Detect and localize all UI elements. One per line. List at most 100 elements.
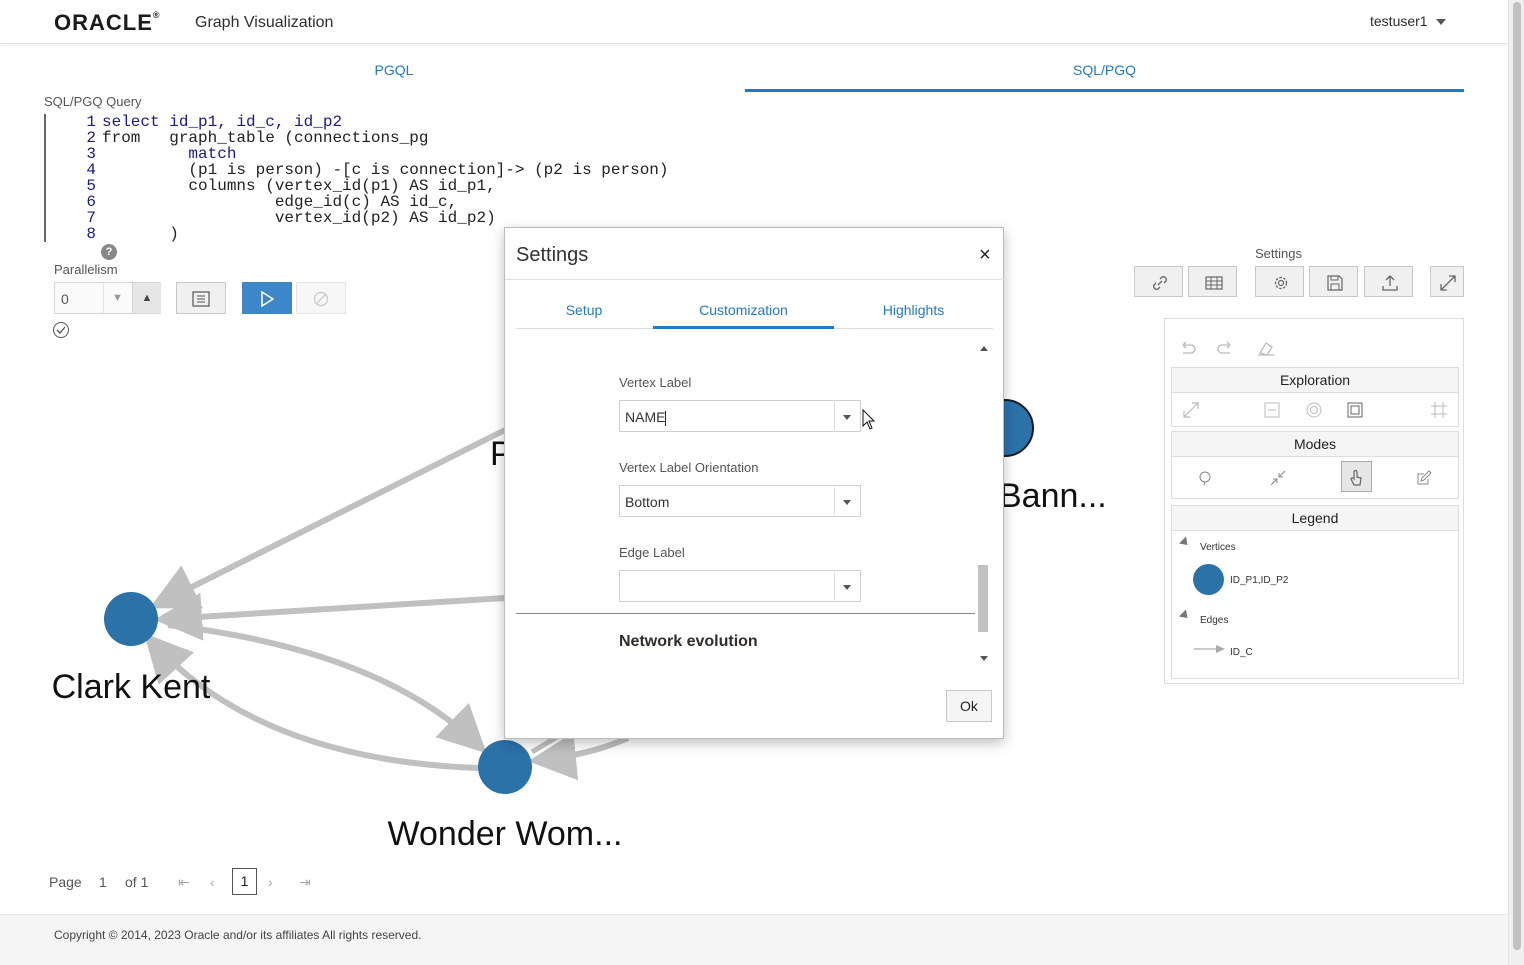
vertex-clark-kent[interactable] xyxy=(104,592,158,646)
fullscreen-button[interactable] xyxy=(1430,266,1464,297)
line-number: 7 xyxy=(86,209,96,227)
cancel-icon xyxy=(313,291,329,307)
help-icon[interactable]: ? xyxy=(101,244,117,260)
ungroup-icon[interactable] xyxy=(1430,401,1448,419)
vertex-label-banner: Bann... xyxy=(999,477,1107,515)
ok-button[interactable]: Ok xyxy=(946,690,992,722)
legend-vertex-swatch xyxy=(1193,564,1224,595)
edge[interactable] xyxy=(149,427,507,609)
collapse-icon[interactable] xyxy=(1263,401,1281,419)
tab-pgql[interactable]: PGQL xyxy=(44,62,744,92)
line-number: 8 xyxy=(86,225,96,243)
table-button[interactable] xyxy=(1188,266,1237,297)
orientation-value: Bottom xyxy=(625,494,670,510)
upload-button[interactable] xyxy=(1364,266,1413,297)
graph-side-panel: Exploration Modes Legend Vertices ID_P1,… xyxy=(1164,318,1464,684)
legend-body: Vertices ID_P1,ID_P2 Edges ID_C xyxy=(1171,531,1459,679)
line-number: 2 xyxy=(86,129,96,147)
line-number: 6 xyxy=(86,193,96,211)
cancel-query-button[interactable] xyxy=(296,282,346,314)
orientation-select[interactable]: Bottom xyxy=(619,485,861,517)
caret-down-icon[interactable] xyxy=(834,572,860,600)
legend-edge-swatch xyxy=(1194,645,1225,653)
tab-setup[interactable]: Setup xyxy=(516,302,652,329)
compress-icon[interactable] xyxy=(1269,469,1287,487)
upload-icon xyxy=(1382,275,1398,291)
page-scrollbar[interactable] xyxy=(1508,0,1524,965)
focus-icon[interactable] xyxy=(1305,401,1323,419)
format-query-button[interactable] xyxy=(176,282,226,314)
edge[interactable] xyxy=(154,592,506,641)
user-menu[interactable]: testuser1 xyxy=(1370,13,1446,29)
current-page-box[interactable]: 1 xyxy=(232,868,257,895)
vertex-label-select[interactable]: NAME xyxy=(619,400,861,432)
parallelism-stepper[interactable]: 0 ▼ ▲ xyxy=(54,282,161,314)
page-footer: Copyright © 2014, 2023 Oracle and/or its… xyxy=(0,914,1508,965)
tab-sql-pgq[interactable]: SQL/PGQ xyxy=(745,62,1464,92)
line-number: 4 xyxy=(86,161,96,179)
parallelism-value[interactable]: 0 xyxy=(61,291,69,307)
chevron-up-icon[interactable]: ▲ xyxy=(132,283,161,313)
next-page-icon[interactable]: › xyxy=(268,874,273,890)
settings-button[interactable] xyxy=(1255,266,1304,297)
link-icon xyxy=(1153,276,1167,290)
last-page-icon[interactable]: ⇥ xyxy=(299,874,311,891)
scroll-down-icon[interactable] xyxy=(980,656,988,661)
vertex-wonder-woman[interactable] xyxy=(478,740,532,794)
expand-icon[interactable] xyxy=(1182,401,1200,419)
legend-vertex-item: ID_P1,ID_P2 xyxy=(1230,575,1289,586)
collapse-triangle-icon[interactable] xyxy=(1178,536,1192,549)
line-number: 1 xyxy=(86,113,96,131)
chevron-down-icon[interactable]: ▼ xyxy=(103,283,131,313)
code-line: select id_p1, id_c, id_p2 xyxy=(102,113,343,131)
vertex-label-value: NAME xyxy=(625,409,667,426)
expand-icon xyxy=(1440,275,1456,291)
edge-label-select[interactable] xyxy=(619,570,861,602)
vertex-label-clark-kent: Clark Kent xyxy=(52,668,211,706)
modes-header[interactable]: Modes xyxy=(1171,431,1459,457)
parallelism-label: Parallelism xyxy=(54,262,118,277)
code-line: from graph_table (connections_pg xyxy=(102,129,429,147)
legend-header[interactable]: Legend xyxy=(1171,505,1459,531)
link-button[interactable] xyxy=(1134,266,1183,297)
oracle-logo: ORACLE® xyxy=(54,10,161,35)
group-icon[interactable] xyxy=(1346,401,1364,419)
query-editor[interactable]: 1 select id_p1, id_c, id_p2 2 from graph_t… xyxy=(44,114,744,242)
line-number: 5 xyxy=(86,177,96,195)
scroll-up-icon[interactable] xyxy=(980,346,988,351)
undo-icon[interactable] xyxy=(1177,339,1197,357)
prev-page-icon[interactable]: ‹ xyxy=(210,874,215,890)
settings-dialog: Settings × Setup Customization Highlight… xyxy=(504,227,1005,739)
edge[interactable] xyxy=(167,622,487,754)
dialog-scrollbar[interactable] xyxy=(977,341,991,666)
orientation-label: Vertex Label Orientation xyxy=(619,460,759,475)
lasso-icon[interactable] xyxy=(1196,469,1214,487)
caret-down-icon[interactable] xyxy=(834,402,860,430)
tab-customization[interactable]: Customization xyxy=(653,302,834,329)
legend-vertices-label: Vertices xyxy=(1200,542,1236,553)
caret-down-icon[interactable] xyxy=(834,487,860,515)
close-icon[interactable]: × xyxy=(979,244,991,267)
first-page-icon[interactable]: ⇤ xyxy=(178,874,190,891)
hand-pointer-icon[interactable] xyxy=(1347,469,1365,487)
code-line: match xyxy=(102,145,237,163)
dialog-tabs: Setup Customization Highlights xyxy=(516,300,993,329)
code-line: columns (vertex_id(p1) AS id_p1, xyxy=(102,177,496,195)
run-query-button[interactable] xyxy=(242,282,292,314)
code-line: edge_id(c) AS id_c, xyxy=(102,193,458,211)
edit-icon[interactable] xyxy=(1415,469,1433,487)
page-label: Page xyxy=(49,874,82,890)
dialog-scroll-thumb[interactable] xyxy=(978,565,988,632)
vertex-label-wonder-woman: Wonder Wom... xyxy=(388,815,623,853)
exploration-header[interactable]: Exploration xyxy=(1171,367,1459,393)
save-button[interactable] xyxy=(1309,266,1358,297)
vertex-label-label: Vertex Label xyxy=(619,375,692,390)
check-circle-icon xyxy=(53,322,69,338)
collapse-triangle-icon[interactable] xyxy=(1178,609,1192,622)
eraser-icon[interactable] xyxy=(1256,339,1276,357)
network-evolution-title[interactable]: Network evolution xyxy=(619,633,758,651)
user-name: testuser1 xyxy=(1370,13,1428,29)
tab-highlights[interactable]: Highlights xyxy=(834,302,993,329)
redo-icon[interactable] xyxy=(1216,339,1236,357)
scroll-thumb[interactable] xyxy=(1513,2,1521,950)
